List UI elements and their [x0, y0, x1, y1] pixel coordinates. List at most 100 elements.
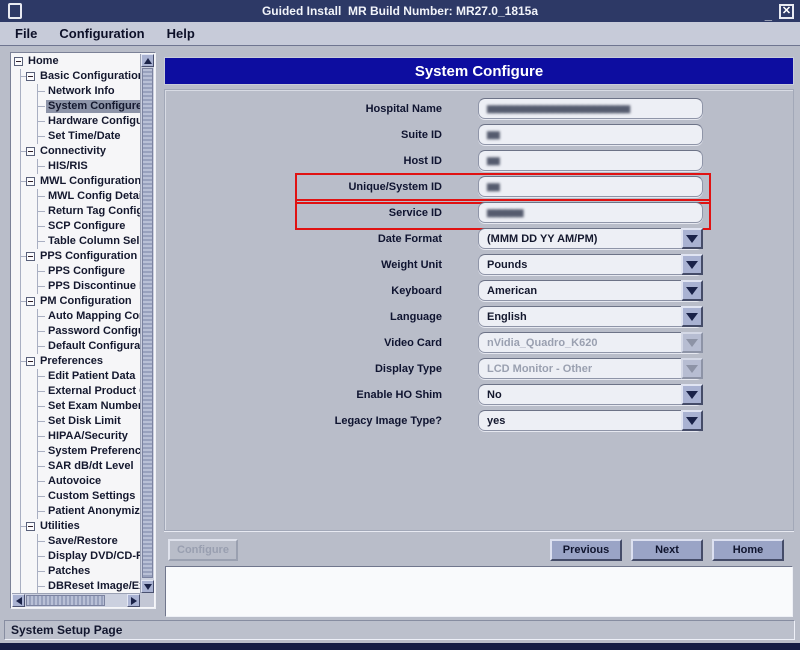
tree-item-label[interactable]: MWL Configuration: [38, 175, 140, 188]
tree-item-label[interactable]: Home: [26, 55, 61, 68]
tree-item: Hardware Configur: [12, 114, 140, 129]
collapse-icon[interactable]: [26, 252, 35, 261]
minimize-button[interactable]: _: [765, 2, 772, 20]
combo-value: American: [487, 285, 537, 297]
tree-item-label[interactable]: Connectivity: [38, 145, 108, 158]
combo-box[interactable]: American: [478, 280, 703, 301]
tree-item-label[interactable]: Password Configur: [46, 325, 140, 338]
tree-item-label[interactable]: PPS Configuration: [38, 250, 139, 263]
tree-item-label[interactable]: Display DVD/CD-R: [46, 550, 140, 563]
tree-item-label[interactable]: Save/Restore: [46, 535, 120, 548]
form-row: KeyboardAmerican: [165, 280, 793, 301]
tree-item-label[interactable]: Set Exam Number: [46, 400, 140, 413]
collapse-icon[interactable]: [26, 522, 35, 531]
tree-item-label[interactable]: Return Tag Configu: [46, 205, 140, 218]
previous-button[interactable]: Previous: [550, 539, 622, 561]
combo-arrow-button[interactable]: [681, 228, 703, 249]
scroll-right-icon[interactable]: [127, 594, 140, 607]
tree-item-label[interactable]: Edit Patient Data: [46, 370, 137, 383]
collapse-icon[interactable]: [26, 147, 35, 156]
text-field[interactable]: ▆▆: [478, 124, 703, 145]
tree-item-label[interactable]: Custom Settings: [46, 490, 137, 503]
next-button[interactable]: Next: [631, 539, 703, 561]
tree-item-label[interactable]: Patches: [46, 565, 92, 578]
collapse-icon[interactable]: [26, 177, 35, 186]
tree-item: Network Info: [12, 84, 140, 99]
form-row: Unique/System ID ▆▆: [165, 176, 793, 197]
home-button[interactable]: Home: [712, 539, 784, 561]
collapse-icon[interactable]: [26, 357, 35, 366]
tree-item: Connectivity: [12, 144, 140, 159]
tree-item-label[interactable]: MWL Config Detail: [46, 190, 140, 203]
tree-item-label[interactable]: Set Time/Date: [46, 130, 123, 143]
combo-value: LCD Monitor - Other: [487, 363, 592, 375]
tree-item-label[interactable]: HIS/RIS: [46, 160, 90, 173]
tree-item-label[interactable]: System Configure: [46, 100, 140, 113]
scroll-left-icon[interactable]: [12, 594, 25, 607]
tree-item-label[interactable]: External Product Co: [46, 385, 140, 398]
vertical-scroll-thumb[interactable]: [142, 68, 153, 578]
window-title: Guided Install MR Build Number: MR27.0_1…: [0, 4, 800, 18]
text-field[interactable]: ▆▆▆▆▆▆: [478, 202, 703, 223]
combo-arrow-button[interactable]: [681, 306, 703, 327]
horizontal-scroll-thumb[interactable]: [26, 595, 105, 606]
tree-item-label[interactable]: SAR dB/dt Level: [46, 460, 136, 473]
tree-item-label[interactable]: Default Configurat: [46, 340, 140, 353]
tree-item-label[interactable]: Set Disk Limit: [46, 415, 123, 428]
combo-box[interactable]: yes: [478, 410, 703, 431]
tree-horizontal-scrollbar[interactable]: [12, 593, 140, 607]
collapse-icon[interactable]: [14, 57, 23, 66]
form-row: LanguageEnglish: [165, 306, 793, 327]
scroll-down-icon[interactable]: [141, 580, 154, 593]
tree-item-label[interactable]: Autovoice: [46, 475, 103, 488]
field-label: Unique/System ID: [165, 181, 442, 193]
tree-item-label[interactable]: Network Info: [46, 85, 117, 98]
tree-item-label[interactable]: Patient Anonymiza: [46, 505, 140, 518]
tree-item-label[interactable]: PPS Configure: [46, 265, 127, 278]
close-button[interactable]: ✕: [779, 4, 794, 19]
menu-file[interactable]: File: [4, 26, 48, 41]
nav-button-group: Previous Next Home: [550, 539, 784, 561]
tree-item-label[interactable]: Auto Mapping Con: [46, 310, 140, 323]
field-label: Enable HO Shim: [165, 389, 442, 401]
text-field[interactable]: ▆▆▆▆▆▆▆▆▆▆▆▆▆▆▆▆▆▆▆▆▆▆▆▆: [478, 98, 703, 119]
menu-configuration[interactable]: Configuration: [48, 26, 155, 41]
tree-item-label[interactable]: SCP Configure: [46, 220, 127, 233]
field-label: Hospital Name: [165, 103, 442, 115]
tree-item: MWL Configuration: [12, 174, 140, 189]
collapse-icon[interactable]: [26, 72, 35, 81]
field-value: ▆▆: [487, 129, 499, 140]
tree-item-label[interactable]: Utilities: [38, 520, 82, 533]
navigation-tree: Home Basic Configuration Network Info Syste…: [12, 54, 140, 593]
tree-item-label[interactable]: DBReset Image/Ex: [46, 580, 140, 593]
tree-item-label[interactable]: Preferences: [38, 355, 105, 368]
tree-item-label[interactable]: Basic Configuration: [38, 70, 140, 83]
collapse-icon[interactable]: [26, 297, 35, 306]
page-title: System Configure: [164, 57, 794, 85]
tree-item-label[interactable]: HIPAA/Security: [46, 430, 130, 443]
tree-item-label[interactable]: Table Column Sele: [46, 235, 140, 248]
combo-arrow-button[interactable]: [681, 384, 703, 405]
tree-item: SCP Configure: [12, 219, 140, 234]
tree-item-label[interactable]: PM Configuration: [38, 295, 134, 308]
tree-item: PPS Discontinue Re: [12, 279, 140, 294]
combo-arrow-button: [681, 332, 703, 353]
combo-box[interactable]: (MMM DD YY AM/PM): [478, 228, 703, 249]
combo-arrow-button[interactable]: [681, 410, 703, 431]
tree-item-label[interactable]: Hardware Configur: [46, 115, 140, 128]
text-field[interactable]: ▆▆: [478, 150, 703, 171]
form-row: Host ID▆▆: [165, 150, 793, 171]
scroll-up-icon[interactable]: [141, 54, 154, 67]
tree-item: Password Configur: [12, 324, 140, 339]
combo-arrow-button[interactable]: [681, 280, 703, 301]
text-field[interactable]: ▆▆: [478, 176, 703, 197]
combo-box[interactable]: No: [478, 384, 703, 405]
tree-vertical-scrollbar[interactable]: [140, 54, 154, 593]
combo-box[interactable]: Pounds: [478, 254, 703, 275]
combo-value: nVidia_Quadro_K620: [487, 337, 597, 349]
combo-box[interactable]: English: [478, 306, 703, 327]
tree-item-label[interactable]: PPS Discontinue Re: [46, 280, 140, 293]
menu-help[interactable]: Help: [156, 26, 206, 41]
tree-item-label[interactable]: System Preferences: [46, 445, 140, 458]
combo-arrow-button[interactable]: [681, 254, 703, 275]
